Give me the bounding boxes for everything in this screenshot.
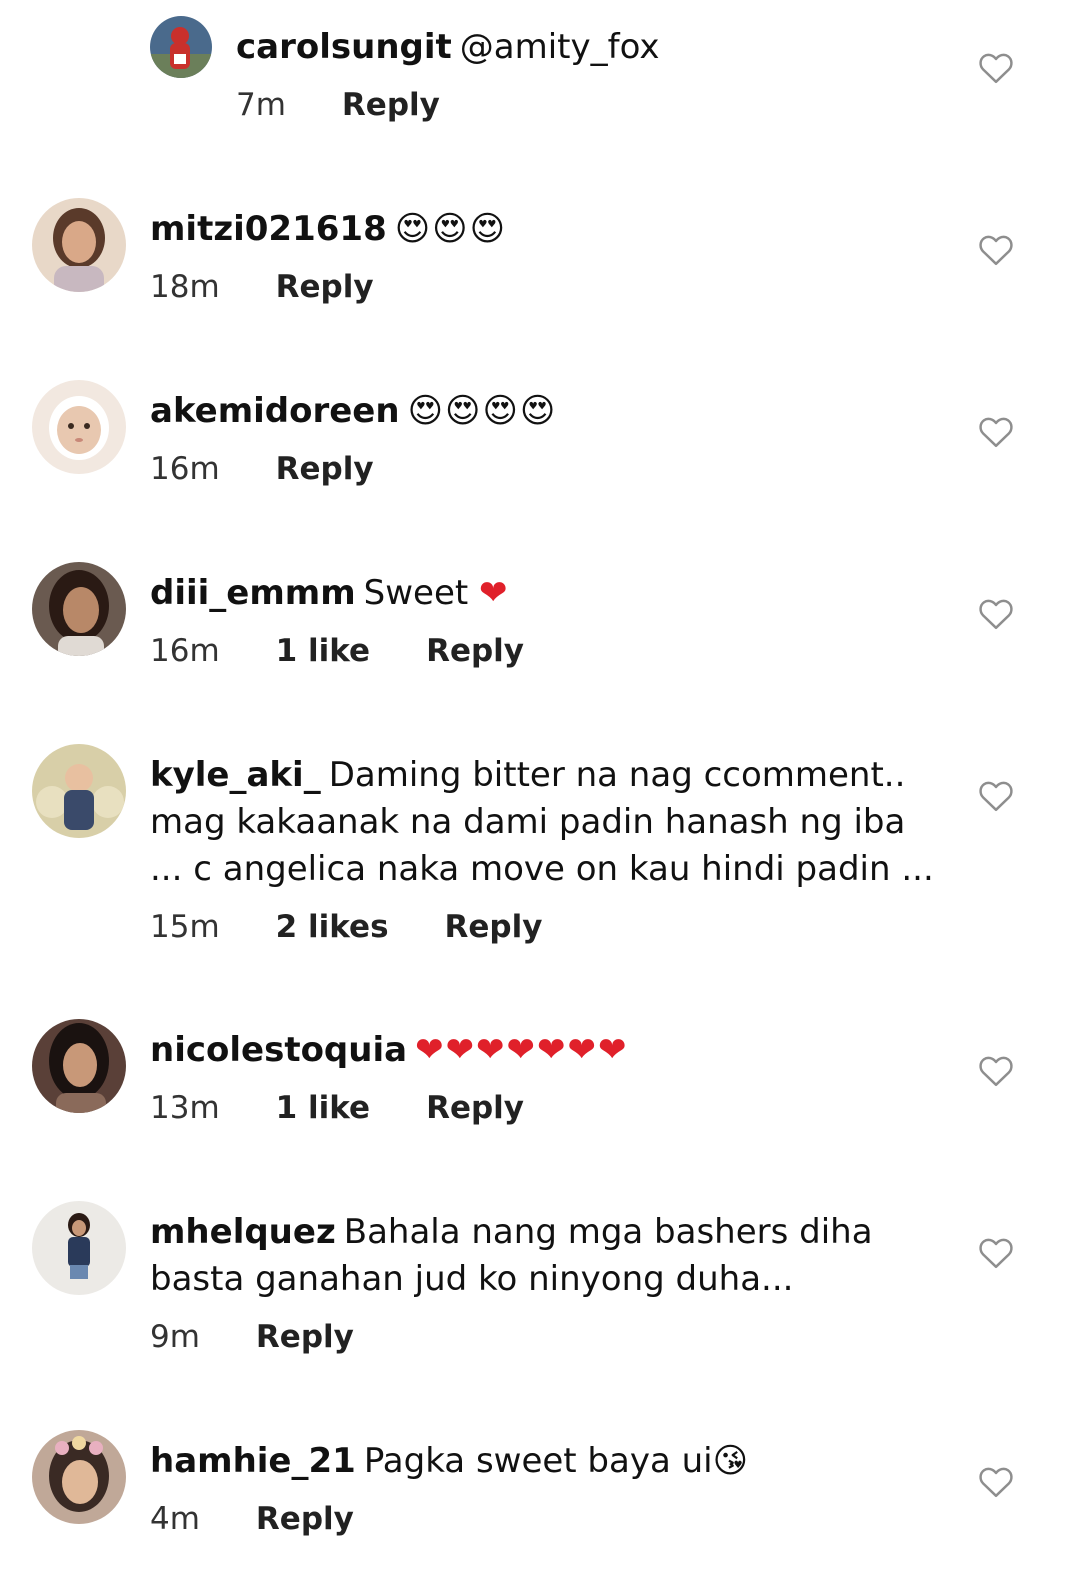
timestamp: 7m xyxy=(236,87,286,123)
comment-meta: 16m 1 like Reply xyxy=(150,633,940,669)
like-heart-icon[interactable] xyxy=(978,416,1014,448)
comment-meta: 4m Reply xyxy=(150,1501,940,1537)
heart-eyes-emoji: 😍😍😍😍 xyxy=(407,391,558,431)
comment-meta: 9m Reply xyxy=(150,1319,940,1355)
avatar[interactable] xyxy=(150,16,212,78)
reply-button[interactable]: Reply xyxy=(342,87,440,123)
reply-button[interactable]: Reply xyxy=(426,633,524,669)
timestamp: 15m xyxy=(150,909,220,945)
comment-meta: 16m Reply xyxy=(150,451,940,487)
heart-eyes-emoji: 😍😍😍 xyxy=(394,209,508,249)
comment-text: diii_emmm Sweet ❤ xyxy=(150,570,940,617)
like-count[interactable]: 1 like xyxy=(276,1090,370,1126)
username[interactable]: carolsungit xyxy=(236,27,452,67)
avatar[interactable] xyxy=(32,1201,126,1295)
like-heart-icon[interactable] xyxy=(978,234,1014,266)
like-heart-icon[interactable] xyxy=(978,52,1014,84)
username[interactable]: mitzi021618 xyxy=(150,209,387,249)
reply-button[interactable]: Reply xyxy=(276,451,374,487)
like-heart-icon[interactable] xyxy=(978,780,1014,812)
like-count[interactable]: 2 likes xyxy=(276,909,389,945)
comment-text: carolsungit @amity_fox xyxy=(236,24,940,71)
kissing-emoji: 😘 xyxy=(712,1441,751,1481)
username[interactable]: nicolestoquia xyxy=(150,1030,407,1070)
comment-text: hamhie_21 Pagka sweet baya ui😘 xyxy=(150,1438,940,1485)
comment-meta: 18m Reply xyxy=(150,269,940,305)
reply-button[interactable]: Reply xyxy=(276,269,374,305)
comment-text: mhelquez Bahala nang mga bashers diha bas… xyxy=(150,1209,940,1303)
username[interactable]: mhelquez xyxy=(150,1212,336,1252)
comment-message: Sweet xyxy=(363,573,469,613)
timestamp: 4m xyxy=(150,1501,200,1537)
like-count[interactable]: 1 like xyxy=(276,633,370,669)
comment-meta: 13m 1 like Reply xyxy=(150,1090,940,1126)
comment-message: @amity_fox xyxy=(459,27,660,67)
timestamp: 16m xyxy=(150,451,220,487)
timestamp: 9m xyxy=(150,1319,200,1355)
timestamp: 18m xyxy=(150,269,220,305)
comment-message: Pagka sweet baya ui xyxy=(363,1441,713,1481)
like-heart-icon[interactable] xyxy=(978,1466,1014,1498)
comment-text: kyle_aki_ Daming bitter na nag ccomment..… xyxy=(150,752,940,893)
red-heart-emoji: ❤ xyxy=(479,573,510,613)
avatar[interactable] xyxy=(32,562,126,656)
avatar[interactable] xyxy=(32,1019,126,1113)
like-heart-icon[interactable] xyxy=(978,1237,1014,1269)
comment-text: mitzi021618 😍😍😍 xyxy=(150,206,940,253)
timestamp: 13m xyxy=(150,1090,220,1126)
avatar[interactable] xyxy=(32,380,126,474)
reply-button[interactable]: Reply xyxy=(256,1501,354,1537)
username[interactable]: akemidoreen xyxy=(150,391,400,431)
avatar[interactable] xyxy=(32,1430,126,1524)
reply-button[interactable]: Reply xyxy=(445,909,543,945)
comment-meta: 7m Reply xyxy=(236,87,940,123)
like-heart-icon[interactable] xyxy=(978,1055,1014,1087)
username[interactable]: hamhie_21 xyxy=(150,1441,356,1481)
reply-button[interactable]: Reply xyxy=(256,1319,354,1355)
username[interactable]: diii_emmm xyxy=(150,573,356,613)
like-heart-icon[interactable] xyxy=(978,598,1014,630)
timestamp: 16m xyxy=(150,633,220,669)
reply-button[interactable]: Reply xyxy=(426,1090,524,1126)
comment-meta: 15m 2 likes Reply xyxy=(150,909,940,945)
username[interactable]: kyle_aki_ xyxy=(150,755,321,795)
avatar[interactable] xyxy=(32,744,126,838)
comment-text: akemidoreen 😍😍😍😍 xyxy=(150,388,940,435)
comment-text: nicolestoquia ❤❤❤❤❤❤❤ xyxy=(150,1027,940,1074)
avatar[interactable] xyxy=(32,198,126,292)
red-heart-emoji: ❤❤❤❤❤❤❤ xyxy=(415,1030,629,1070)
